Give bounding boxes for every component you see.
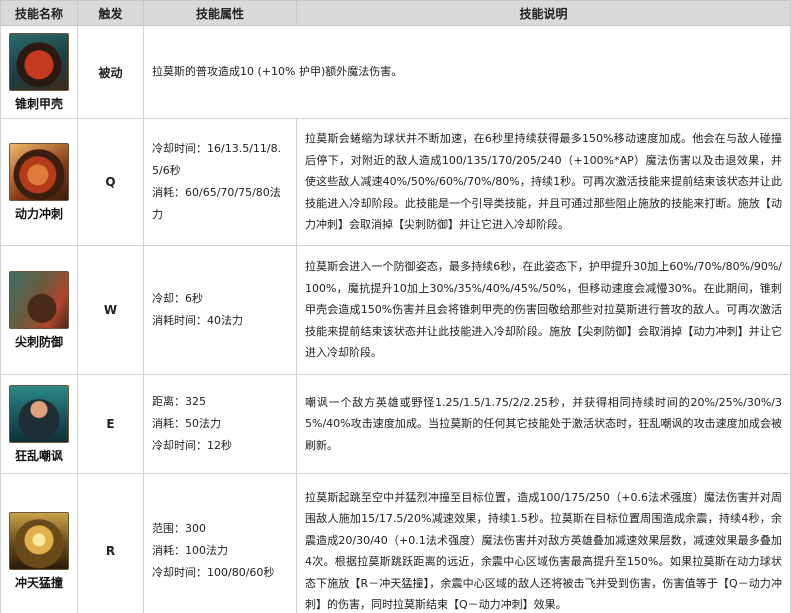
skills-table: 技能名称 触发 技能属性 技能说明 锥刺甲壳 被动 拉莫斯的普攻造成10 (+1… [0, 0, 791, 613]
skill-description-text: 拉莫斯的普攻造成10 (+10% 护甲)额外魔法伤害。 [152, 65, 403, 79]
table-row: 动力冲刺 Q 冷却时间：16/13.5/11/8.5/6秒 消耗：60/65/7… [0, 118, 791, 246]
table-row: 锥刺甲壳 被动 拉莫斯的普攻造成10 (+10% 护甲)额外魔法伤害。 [0, 25, 791, 119]
skill-description: 拉莫斯起跳至空中并猛烈冲撞至目标位置，造成100/175/250（+0.6法术强… [296, 473, 791, 613]
puncturing-taunt-icon [9, 384, 69, 443]
header-skill-attributes: 技能属性 [143, 0, 297, 26]
skill-description: 拉莫斯会蜷缩为球状并不断加速，在6秒里持续获得最多150%移动速度加成。他会在与… [296, 118, 791, 246]
skill-attribute: 消耗：50法力 [152, 417, 221, 430]
skill-name: 尖刺防御 [14, 334, 63, 349]
skill-attribute: 冷却时间：100/80/60秒 [152, 566, 275, 579]
skill-name: 动力冲刺 [14, 206, 63, 221]
skill-attribute: 消耗时间：40法力 [152, 314, 243, 327]
skill-name-cell: 狂乱嘲讽 [0, 374, 78, 474]
skill-description-text: 拉莫斯会蜷缩为球状并不断加速，在6秒里持续获得最多150%移动速度加成。他会在与… [305, 132, 782, 232]
skill-trigger: R [77, 473, 144, 613]
skill-attribute: 冷却时间：12秒 [152, 439, 232, 452]
defensive-ball-curl-icon [9, 270, 69, 329]
skill-attribute: 范围：300 [152, 522, 206, 535]
skill-description-text: 拉莫斯会进入一个防御姿态，最多持续6秒，在此姿态下，护甲提升30加上60%/70… [305, 260, 782, 360]
skill-name-cell: 尖刺防御 [0, 245, 78, 375]
table-row: 狂乱嘲讽 E 距离：325 消耗：50法力 冷却时间：12秒 嘲讽一个敌方英雄或… [0, 374, 791, 474]
skill-description: 嘲讽一个敌方英雄或野怪1.25/1.5/1.75/2/2.25秒，并获得相同持续… [296, 374, 791, 474]
skill-attributes: 距离：325 消耗：50法力 冷却时间：12秒 [143, 374, 297, 474]
skill-trigger: E [77, 374, 144, 474]
spiked-shell-icon [9, 32, 69, 91]
header-skill-name: 技能名称 [0, 0, 78, 26]
skill-description-text: 拉莫斯起跳至空中并猛烈冲撞至目标位置，造成100/175/250（+0.6法术强… [305, 490, 782, 612]
table-row: 冲天猛撞 R 范围：300 消耗：100法力 冷却时间：100/80/60秒 拉… [0, 473, 791, 613]
skill-trigger: Q [77, 118, 144, 246]
skill-description: 拉莫斯的普攻造成10 (+10% 护甲)额外魔法伤害。 [143, 25, 791, 119]
skill-description-text: 嘲讽一个敌方英雄或野怪1.25/1.5/1.75/2/2.25秒，并获得相同持续… [305, 395, 782, 452]
skill-name: 冲天猛撞 [14, 575, 63, 590]
skill-attribute: 距离：325 [152, 395, 206, 408]
soaring-slam-icon [9, 511, 69, 570]
skill-attribute: 冷却：6秒 [152, 292, 203, 305]
table-row: 尖刺防御 W 冷却：6秒 消耗时间：40法力 拉莫斯会进入一个防御姿态，最多持续… [0, 245, 791, 375]
skill-name-cell: 动力冲刺 [0, 118, 78, 246]
skill-attribute: 消耗：60/65/70/75/80法力 [152, 186, 281, 221]
skill-name: 锥刺甲壳 [14, 96, 63, 111]
skill-attribute: 消耗：100法力 [152, 544, 228, 557]
skill-attributes: 冷却：6秒 消耗时间：40法力 [143, 245, 297, 375]
skill-name: 狂乱嘲讽 [14, 448, 63, 463]
skill-trigger: W [77, 245, 144, 375]
skill-attributes: 冷却时间：16/13.5/11/8.5/6秒 消耗：60/65/70/75/80… [143, 118, 297, 246]
skill-attributes: 范围：300 消耗：100法力 冷却时间：100/80/60秒 [143, 473, 297, 613]
header-skill-description: 技能说明 [296, 0, 791, 26]
skill-name-cell: 冲天猛撞 [0, 473, 78, 613]
header-trigger: 触发 [77, 0, 144, 26]
skill-trigger: 被动 [77, 25, 144, 119]
table-header-row: 技能名称 触发 技能属性 技能说明 [0, 0, 791, 26]
skill-name-cell: 锥刺甲壳 [0, 25, 78, 119]
powerball-icon [9, 142, 69, 201]
skill-description: 拉莫斯会进入一个防御姿态，最多持续6秒，在此姿态下，护甲提升30加上60%/70… [296, 245, 791, 375]
skill-attribute: 冷却时间：16/13.5/11/8.5/6秒 [152, 142, 282, 177]
